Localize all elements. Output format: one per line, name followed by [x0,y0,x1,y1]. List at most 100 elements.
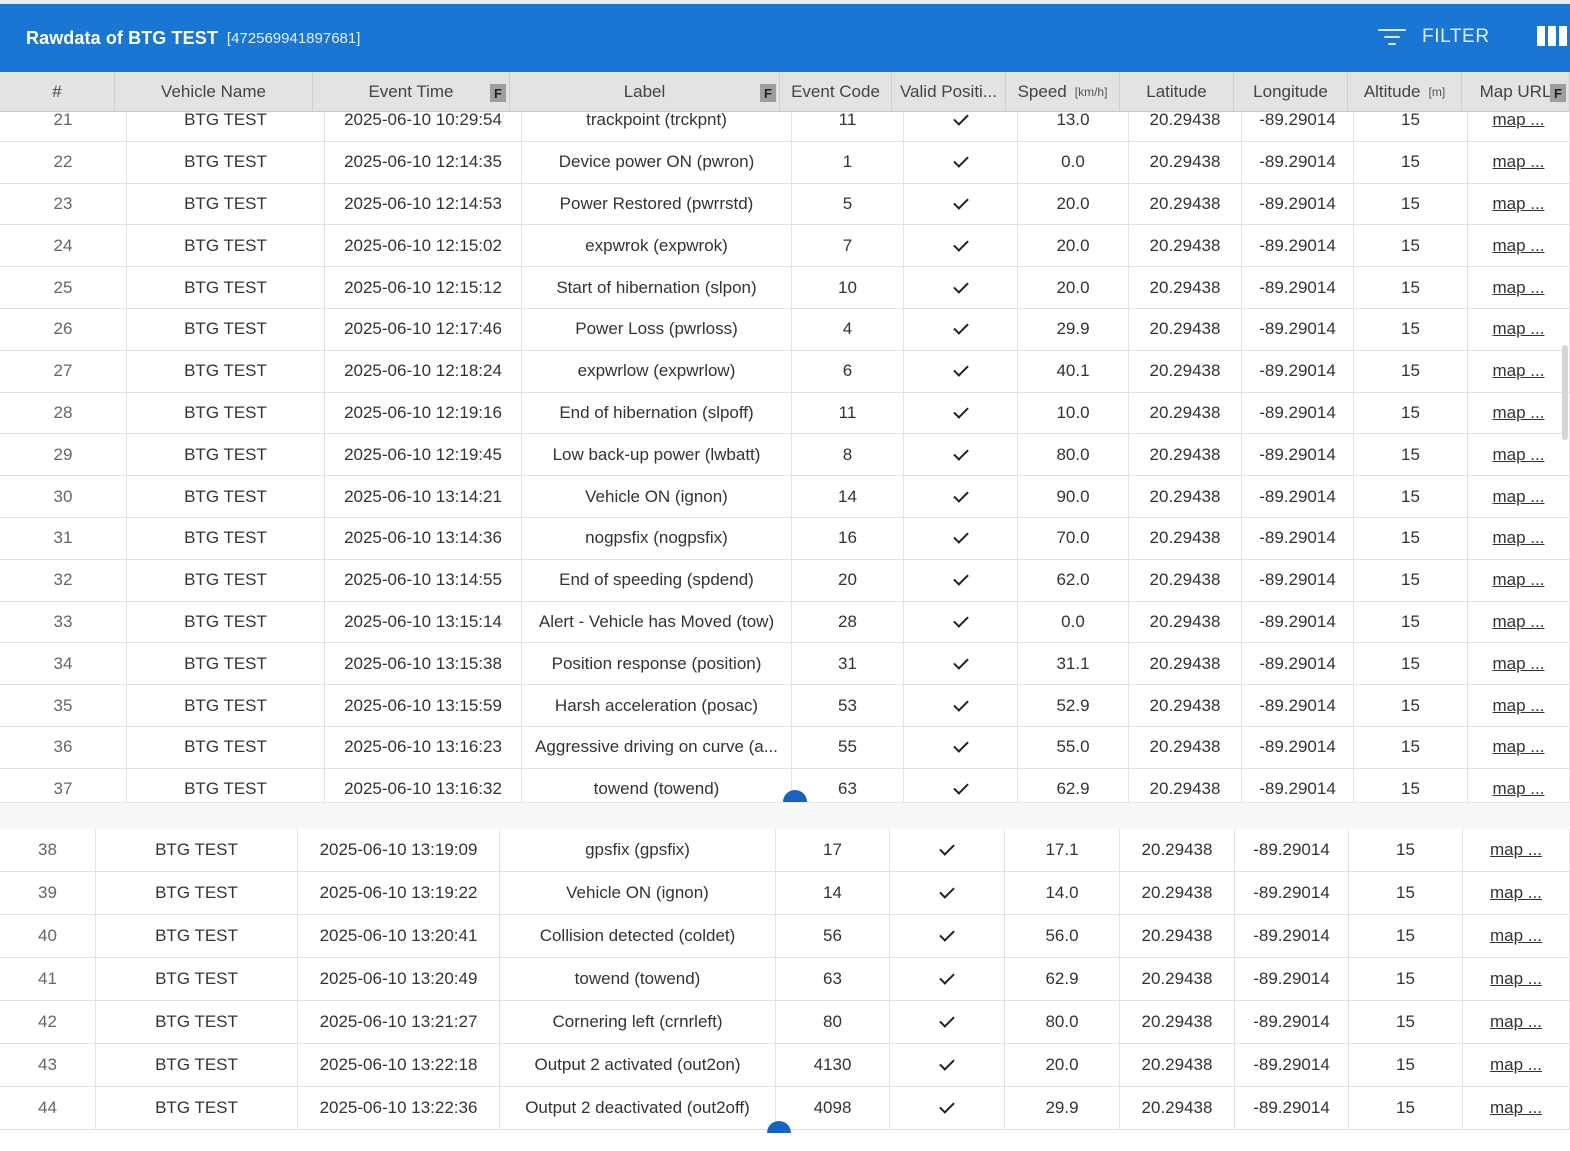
column-header-valid-position[interactable]: Valid Positi... [892,72,1006,112]
map-link[interactable]: map ... [1490,1012,1542,1032]
table-row[interactable]: 25 BTG TEST 2025-06-10 12:15:12 Start of hi… [0,267,1570,309]
table-row[interactable]: 32 BTG TEST 2025-06-10 13:14:55 End of spee… [0,559,1570,602]
table-row[interactable]: 38 BTG TEST 2025-06-10 13:19:09 gpsfix (gps… [0,829,1570,872]
cell-map-url[interactable]: map ... [1463,829,1570,871]
cell-map-url[interactable]: map ... [1468,476,1570,517]
map-link[interactable]: map ... [1493,779,1545,799]
view-columns-icon[interactable] [1537,26,1570,46]
row-number-value: 24 [53,235,73,255]
cell-map-url[interactable]: map ... [1468,392,1570,434]
cell-map-url[interactable]: map ... [1463,915,1570,957]
cell-map-url[interactable]: map ... [1468,768,1570,802]
column-header-row-number[interactable]: # [0,72,115,112]
column-header-label: Speed [1017,82,1067,101]
cell-map-url[interactable]: map ... [1468,517,1570,559]
map-link[interactable]: map ... [1490,926,1542,946]
map-link[interactable]: map ... [1490,969,1542,989]
table-row[interactable]: 33 BTG TEST 2025-06-10 13:15:14 Alert - Veh… [0,601,1570,644]
map-link[interactable]: map ... [1493,570,1545,590]
column-header-map-url[interactable]: Map URL F [1462,72,1570,112]
map-link[interactable]: map ... [1490,840,1542,860]
checkmark-icon [952,361,969,377]
cell-map-url[interactable]: map ... [1468,643,1570,685]
table-row[interactable]: 21 BTG TEST 2025-06-10 10:29:54 trackpoint … [0,112,1570,142]
map-link[interactable]: map ... [1493,696,1545,716]
column-header-latitude[interactable]: Latitude [1120,72,1234,112]
map-link[interactable]: map ... [1493,528,1545,548]
table-row[interactable]: 42 BTG TEST 2025-06-10 13:21:27 Cornering l… [0,1001,1570,1044]
vehicle-name-value: BTG TEST [155,1098,238,1117]
column-filter-button[interactable]: F [490,84,506,102]
column-filter-button[interactable]: F [1550,84,1566,102]
cell-map-url[interactable]: map ... [1468,308,1570,350]
cell-map-url[interactable]: map ... [1468,559,1570,601]
column-header-event-label[interactable]: Label F [510,72,780,112]
filter-button[interactable]: FILTER [1378,21,1490,53]
table-body-lower[interactable]: 38 BTG TEST 2025-06-10 13:19:09 gpsfix (gps… [0,829,1570,1133]
map-link[interactable]: map ... [1490,883,1542,903]
map-link[interactable]: map ... [1493,112,1545,130]
column-header-event-code[interactable]: Event Code [780,72,892,112]
column-header-event-time[interactable]: Event Time F [313,72,510,112]
cell-map-url[interactable]: map ... [1463,958,1570,1000]
map-link[interactable]: map ... [1493,194,1545,214]
table-body-upper[interactable]: 21 BTG TEST 2025-06-10 10:29:54 trackpoint … [0,112,1570,802]
map-link[interactable]: map ... [1490,1055,1542,1075]
table-row[interactable]: 34 BTG TEST 2025-06-10 13:15:38 Position re… [0,643,1570,686]
map-link[interactable]: map ... [1493,612,1545,632]
map-link[interactable]: map ... [1490,1098,1542,1118]
cell-map-url[interactable]: map ... [1468,112,1570,141]
table-row[interactable]: 30 BTG TEST 2025-06-10 13:14:21 Vehicle ON … [0,476,1570,518]
table-row[interactable]: 27 BTG TEST 2025-06-10 12:18:24 expwrlow (e… [0,350,1570,393]
cell-row-number: 25 [0,267,127,308]
map-link[interactable]: map ... [1493,236,1545,256]
cell-map-url[interactable]: map ... [1468,141,1570,183]
table-row[interactable]: 36 BTG TEST 2025-06-10 13:16:23 Aggressive … [0,726,1570,769]
event-time-value: 2025-06-10 13:22:36 [319,1098,478,1117]
cell-altitude: 15 [1354,559,1468,601]
table-row[interactable]: 26 BTG TEST 2025-06-10 12:17:46 Power Loss … [0,308,1570,351]
cell-map-url[interactable]: map ... [1463,872,1570,914]
column-header-longitude[interactable]: Longitude [1234,72,1348,112]
map-link[interactable]: map ... [1493,445,1545,465]
table-row[interactable]: 39 BTG TEST 2025-06-10 13:19:22 Vehicle ON … [0,872,1570,915]
table-row[interactable]: 28 BTG TEST 2025-06-10 12:19:16 End of hibe… [0,392,1570,435]
table-row[interactable]: 23 BTG TEST 2025-06-10 12:14:53 Power Resto… [0,183,1570,226]
cell-map-url[interactable]: map ... [1468,183,1570,225]
map-link[interactable]: map ... [1493,737,1545,757]
cell-map-url[interactable]: map ... [1468,685,1570,726]
map-link[interactable]: map ... [1493,278,1545,298]
column-header-vehicle-name[interactable]: Vehicle Name [115,72,313,112]
cell-map-url[interactable]: map ... [1468,225,1570,267]
map-link[interactable]: map ... [1493,319,1545,339]
cell-event-code: 4098 [776,1087,890,1129]
scrollbar-thumb[interactable] [1562,345,1568,440]
table-row[interactable]: 43 BTG TEST 2025-06-10 13:22:18 Output 2 ac… [0,1044,1570,1087]
map-link[interactable]: map ... [1493,403,1545,423]
cell-map-url[interactable]: map ... [1468,601,1570,643]
cell-map-url[interactable]: map ... [1468,434,1570,476]
map-link[interactable]: map ... [1493,654,1545,674]
map-link[interactable]: map ... [1493,152,1545,172]
table-row[interactable]: 40 BTG TEST 2025-06-10 13:20:41 Collision d… [0,915,1570,958]
table-row[interactable]: 24 BTG TEST 2025-06-10 12:15:02 expwrok (ex… [0,225,1570,268]
event-time-value: 2025-06-10 13:20:49 [319,969,478,988]
cell-map-url[interactable]: map ... [1468,267,1570,308]
cell-map-url[interactable]: map ... [1468,726,1570,768]
map-link[interactable]: map ... [1493,361,1545,381]
vehicle-name-value: BTG TEST [184,737,267,757]
cell-map-url[interactable]: map ... [1463,1044,1570,1086]
table-row[interactable]: 22 BTG TEST 2025-06-10 12:14:35 Device powe… [0,141,1570,184]
table-row[interactable]: 41 BTG TEST 2025-06-10 13:20:49 towend (tow… [0,958,1570,1001]
table-row[interactable]: 29 BTG TEST 2025-06-10 12:19:45 Low back-up… [0,434,1570,477]
cell-map-url[interactable]: map ... [1468,350,1570,392]
cell-map-url[interactable]: map ... [1463,1087,1570,1129]
column-header-altitude[interactable]: Altitude [m] [1348,72,1462,112]
event-time-value: 2025-06-10 13:16:23 [344,737,502,757]
table-row[interactable]: 31 BTG TEST 2025-06-10 13:14:36 nogpsfix (n… [0,517,1570,560]
cell-map-url[interactable]: map ... [1463,1001,1570,1043]
map-link[interactable]: map ... [1493,487,1545,507]
column-header-speed[interactable]: Speed [km/h] [1006,72,1120,112]
table-row[interactable]: 35 BTG TEST 2025-06-10 13:15:59 Harsh accel… [0,685,1570,727]
column-filter-button[interactable]: F [760,84,776,102]
